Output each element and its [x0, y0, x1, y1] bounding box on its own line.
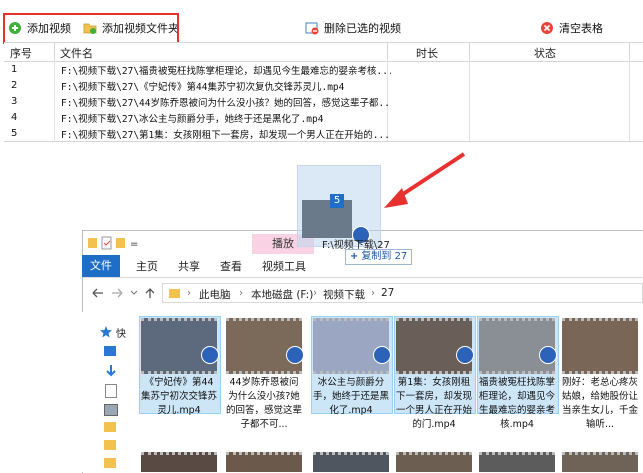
table-row[interactable]: 1 F:\视频下载\27\福贵被冤枉找陈掌柜理论，却遇见今生最难忘的婴亲考核..… — [4, 62, 643, 78]
media-player-icon — [539, 346, 557, 364]
highlight-box — [3, 13, 179, 44]
col-index[interactable]: 序号 — [10, 45, 32, 61]
picture-icon[interactable] — [104, 404, 118, 416]
breadcrumb-item[interactable]: 27 — [381, 287, 394, 299]
row-filename: F:\视频下载\27\《宁妃传》第44集苏宁初次复仇交锋苏灵儿.mp4 — [61, 82, 345, 93]
tab-file[interactable]: 文件 — [82, 255, 120, 277]
tab-view[interactable]: 查看 — [220, 258, 242, 274]
col-status[interactable]: 状态 — [534, 45, 556, 61]
delete-selected-label: 删除已选的视频 — [324, 22, 401, 35]
video-thumbnail[interactable] — [226, 452, 302, 472]
tab-video-tools[interactable]: 视频工具 — [262, 258, 306, 274]
video-thumbnail[interactable] — [562, 318, 638, 374]
chevron-down-icon[interactable] — [130, 290, 138, 295]
table-bottom-border — [4, 141, 643, 142]
col-duration[interactable]: 时长 — [416, 45, 438, 61]
crumb-separator: › — [239, 287, 244, 299]
file-name[interactable]: 44岁陈乔恩被问为什么没小孩?她的回答，感觉这辈子都不可... — [226, 376, 302, 432]
tab-share[interactable]: 共享 — [178, 258, 200, 274]
file-name[interactable]: 福贵被冤枉找陈掌柜理论，却遇见今生最难忘的婴亲考核.mp4 — [479, 376, 555, 432]
folder-icon[interactable] — [104, 440, 116, 450]
file-name[interactable]: 刚好：老总心疼灰姑娘，给她股份让当亲生女儿，千金输听... — [562, 376, 638, 432]
file-name[interactable]: 《宁妃传》第44集苏宁初次交锋苏灵儿.mp4 — [141, 376, 217, 418]
star-icon — [100, 326, 112, 338]
video-thumbnail[interactable] — [396, 452, 472, 472]
nav-buttons — [90, 286, 160, 300]
drop-tooltip-text: 复制到 27 — [361, 251, 408, 262]
document-icon[interactable] — [105, 384, 117, 398]
delete-icon — [305, 21, 319, 35]
row-filename: F:\视频下载\27\福贵被冤枉找陈掌柜理论，却遇见今生最难忘的婴亲考核... — [61, 66, 391, 77]
row-index: 5 — [11, 128, 18, 139]
table-row[interactable]: 3 F:\视频下载\27\44岁陈乔恩被问为什么没小孩？她的回答，感觉这辈子都.… — [4, 94, 643, 110]
tab-home[interactable]: 主页 — [136, 258, 158, 274]
address-bar[interactable]: › 此电脑 › 本地磁盘 (F:) › 视频下载 › 27 — [162, 283, 643, 303]
svg-text:=: = — [130, 239, 138, 250]
drag-thumbnail — [302, 200, 352, 238]
navigation-pane: 快 — [82, 312, 132, 472]
file-name[interactable]: 冰公主与颜爵分手，她终于还是黑化了.mp4 — [313, 376, 389, 418]
crumb-separator: › — [187, 287, 192, 299]
breadcrumb-item[interactable]: 视频下载 — [323, 287, 365, 302]
drop-tooltip: + 复制到 27 — [345, 249, 413, 265]
video-thumbnail[interactable] — [562, 452, 638, 472]
folder-icon — [169, 289, 180, 298]
video-thumbnail[interactable] — [313, 452, 389, 472]
row-index: 3 — [11, 96, 18, 107]
row-filename: F:\视频下载\27\冰公主与颜爵分手，她终于还是黑化了.mp4 — [61, 114, 324, 125]
row-index: 2 — [11, 80, 18, 91]
table-row[interactable]: 4 F:\视频下载\27\冰公主与颜爵分手，她终于还是黑化了.mp4 — [4, 110, 643, 126]
crumb-separator: › — [313, 287, 318, 299]
up-arrow-icon[interactable] — [145, 288, 155, 298]
col-divider — [469, 43, 470, 61]
folder-icon: = — [88, 236, 138, 250]
arrow-icon — [384, 152, 466, 208]
table-header: 序号 文件名 时长 状态 — [4, 42, 643, 62]
col-divider — [387, 43, 388, 61]
folder-icon[interactable] — [104, 422, 116, 432]
media-player-icon — [201, 346, 219, 364]
col-divider — [629, 43, 630, 61]
quick-access-toolbar: = — [88, 236, 154, 250]
delete-selected-button[interactable]: 删除已选的视频 — [305, 19, 401, 37]
media-player-icon — [286, 346, 304, 364]
media-player-icon — [373, 346, 391, 364]
clear-icon — [540, 21, 554, 35]
video-thumbnail[interactable] — [141, 452, 217, 472]
col-filename[interactable]: 文件名 — [60, 45, 93, 61]
breadcrumb-item[interactable]: 此电脑 — [199, 287, 231, 302]
file-name[interactable]: 第1集：女孩刚租下一套房，却发现一个男人正在开始的门.mp4 — [396, 376, 472, 432]
table-row[interactable]: 2 F:\视频下载\27\《宁妃传》第44集苏宁初次复仇交锋苏灵儿.mp4 — [4, 78, 643, 94]
media-player-icon — [456, 346, 474, 364]
row-filename: F:\视频下载\27\第1集：女孩刚租下一套房，却发现一个男人正在开始的... — [61, 130, 390, 141]
col-divider — [54, 43, 55, 61]
breadcrumb-item[interactable]: 本地磁盘 (F:) — [251, 287, 313, 302]
table-row[interactable]: 5 F:\视频下载\27\第1集：女孩刚租下一套房，却发现一个男人正在开始的..… — [4, 126, 643, 142]
desktop-icon[interactable] — [104, 346, 116, 356]
quick-access-label[interactable]: 快 — [116, 325, 126, 340]
video-thumbnail[interactable] — [479, 452, 555, 472]
forward-icon[interactable] — [112, 288, 123, 298]
clear-table-label: 清空表格 — [559, 22, 603, 35]
folder-icon[interactable] — [104, 458, 116, 468]
drag-count-badge: 5 — [330, 194, 344, 208]
row-index: 4 — [11, 112, 18, 123]
row-filename: F:\视频下载\27\44岁陈乔恩被问为什么没小孩？她的回答，感觉这辈子都... — [61, 98, 391, 109]
plus-icon: + — [350, 251, 359, 262]
download-icon[interactable] — [106, 364, 116, 378]
row-index: 1 — [11, 64, 18, 75]
back-icon[interactable] — [92, 288, 103, 298]
crumb-separator: › — [371, 287, 376, 299]
clear-table-button[interactable]: 清空表格 — [540, 19, 603, 37]
